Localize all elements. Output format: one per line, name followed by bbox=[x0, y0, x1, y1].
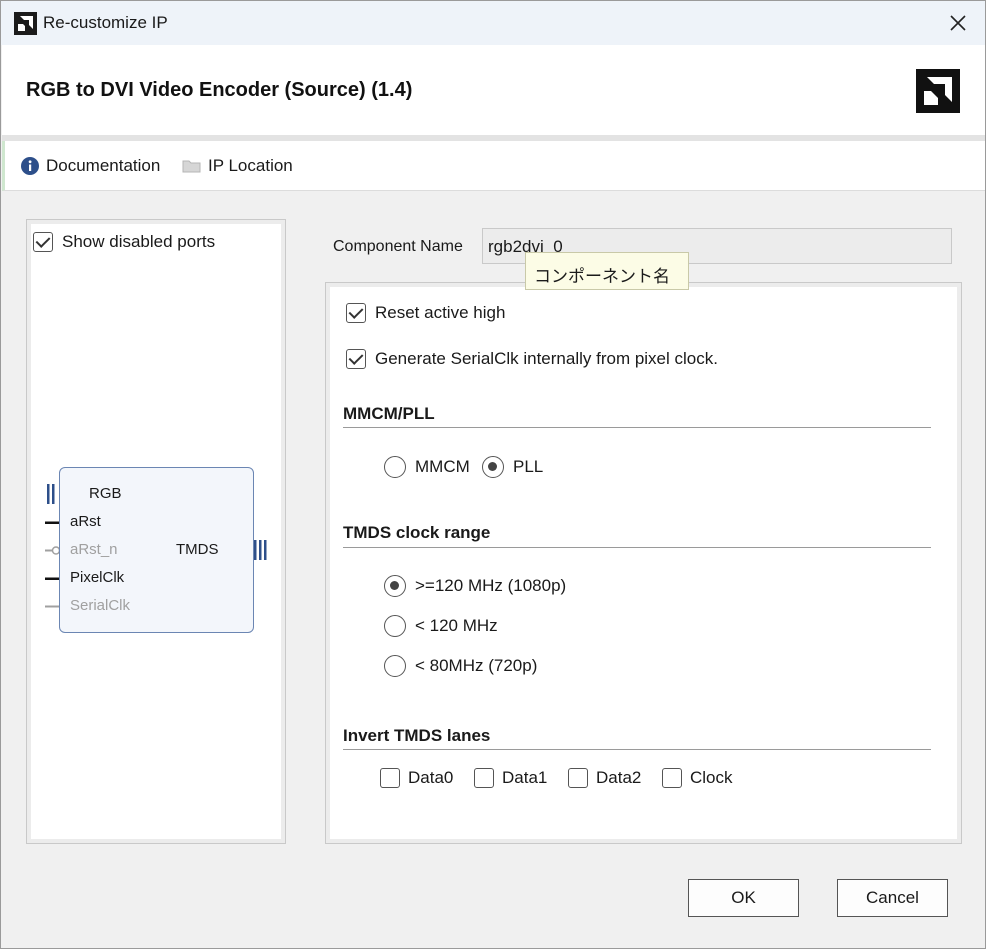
radio-pll[interactable]: PLL bbox=[482, 456, 543, 478]
app-icon bbox=[14, 12, 37, 35]
radio-tmds-1080p[interactable]: >=120 MHz (1080p) bbox=[384, 575, 566, 597]
radio-mmcm-button[interactable] bbox=[384, 456, 406, 478]
arst-n-stub bbox=[45, 546, 61, 555]
documentation-link[interactable]: Documentation bbox=[20, 156, 160, 176]
info-icon bbox=[21, 157, 39, 175]
arst-stub bbox=[45, 521, 59, 524]
lane-data0[interactable]: Data0 bbox=[380, 768, 453, 788]
re-customize-ip-dialog: Re-customize IP RGB to DVI Video Encoder… bbox=[0, 0, 986, 949]
title-bar[interactable]: Re-customize IP bbox=[1, 1, 985, 45]
radio-mmcm-label: MMCM bbox=[415, 457, 470, 476]
lane-data0-label: Data0 bbox=[408, 768, 454, 787]
radio-tmds-720p-label: < 80MHz (720p) bbox=[415, 656, 538, 675]
lane-data0-checkbox[interactable] bbox=[380, 768, 400, 788]
lane-clock-checkbox[interactable] bbox=[662, 768, 682, 788]
port-rgb: RGB bbox=[89, 485, 122, 502]
window-title: Re-customize IP bbox=[43, 13, 168, 32]
mmcm-pll-title: MMCM/PLL bbox=[343, 404, 435, 423]
radio-pll-label: PLL bbox=[513, 457, 544, 476]
ip-location-label: IP Location bbox=[208, 156, 293, 175]
radio-pll-button[interactable] bbox=[482, 456, 504, 478]
lane-data1[interactable]: Data1 bbox=[474, 768, 547, 788]
ip-block-symbol[interactable]: RGB aRst aRst_n PixelClk SerialClk TMDS bbox=[59, 467, 254, 633]
folder-icon bbox=[182, 160, 201, 173]
radio-tmds-1080p-button[interactable] bbox=[384, 575, 406, 597]
generate-serialclk-label: Generate SerialClk internally from pixel… bbox=[375, 349, 718, 368]
show-disabled-ports-checkbox[interactable] bbox=[33, 232, 53, 252]
tmds-clock-range-divider bbox=[343, 547, 931, 548]
generate-serialclk-option[interactable]: Generate SerialClk internally from pixel… bbox=[346, 349, 718, 369]
lane-data2-label: Data2 bbox=[596, 768, 642, 787]
mmcm-pll-divider bbox=[343, 427, 931, 428]
serialclk-stub bbox=[45, 605, 59, 608]
ip-options-panel: Reset active high Generate SerialClk int… bbox=[325, 282, 962, 844]
radio-tmds-720p-button[interactable] bbox=[384, 655, 406, 677]
component-name-label: Component Name bbox=[333, 238, 463, 255]
radio-tmds-lt120[interactable]: < 120 MHz bbox=[384, 615, 498, 637]
ip-header: RGB to DVI Video Encoder (Source) (1.4) bbox=[2, 45, 985, 135]
port-tmds: TMDS bbox=[176, 541, 219, 558]
lane-data2[interactable]: Data2 bbox=[568, 768, 641, 788]
lane-data1-label: Data1 bbox=[502, 768, 548, 787]
lane-data1-checkbox[interactable] bbox=[474, 768, 494, 788]
cancel-button[interactable]: Cancel bbox=[837, 879, 948, 917]
ok-button[interactable]: OK bbox=[688, 879, 799, 917]
radio-tmds-lt120-label: < 120 MHz bbox=[415, 616, 498, 635]
radio-mmcm[interactable]: MMCM bbox=[384, 456, 470, 478]
reset-active-high-option[interactable]: Reset active high bbox=[346, 303, 505, 323]
port-arst-n: aRst_n bbox=[70, 541, 118, 558]
amd-logo-icon bbox=[916, 69, 960, 113]
lane-clock[interactable]: Clock bbox=[662, 768, 733, 788]
component-name-tooltip: コンポーネント名 bbox=[525, 252, 689, 290]
ip-title: RGB to DVI Video Encoder (Source) (1.4) bbox=[26, 79, 413, 101]
invert-tmds-lanes-title: Invert TMDS lanes bbox=[343, 726, 491, 745]
radio-tmds-lt120-button[interactable] bbox=[384, 615, 406, 637]
invert-tmds-lanes-divider bbox=[343, 749, 931, 750]
port-arst: aRst bbox=[70, 513, 101, 530]
close-icon bbox=[950, 15, 966, 31]
port-serialclk: SerialClk bbox=[70, 597, 131, 614]
tmds-clock-range-title: TMDS clock range bbox=[343, 523, 491, 542]
documentation-label: Documentation bbox=[46, 156, 161, 175]
ip-location-link[interactable]: IP Location bbox=[182, 156, 293, 176]
reset-active-high-checkbox[interactable] bbox=[346, 303, 366, 323]
radio-tmds-720p[interactable]: < 80MHz (720p) bbox=[384, 655, 537, 677]
lane-data2-checkbox[interactable] bbox=[568, 768, 588, 788]
show-disabled-ports-label: Show disabled ports bbox=[62, 232, 216, 251]
close-button[interactable] bbox=[943, 9, 973, 37]
show-disabled-ports-toggle[interactable]: Show disabled ports bbox=[33, 232, 215, 252]
links-bar: Documentation IP Location bbox=[2, 141, 985, 191]
generate-serialclk-checkbox[interactable] bbox=[346, 349, 366, 369]
radio-tmds-1080p-label: >=120 MHz (1080p) bbox=[415, 576, 567, 595]
ip-symbol-panel: Show disabled ports RGB aRst aRst_n Pixe… bbox=[26, 219, 286, 844]
reset-active-high-label: Reset active high bbox=[375, 303, 506, 322]
port-pixelclk: PixelClk bbox=[70, 569, 125, 586]
pixelclk-stub bbox=[45, 577, 59, 580]
lane-clock-label: Clock bbox=[690, 768, 733, 787]
